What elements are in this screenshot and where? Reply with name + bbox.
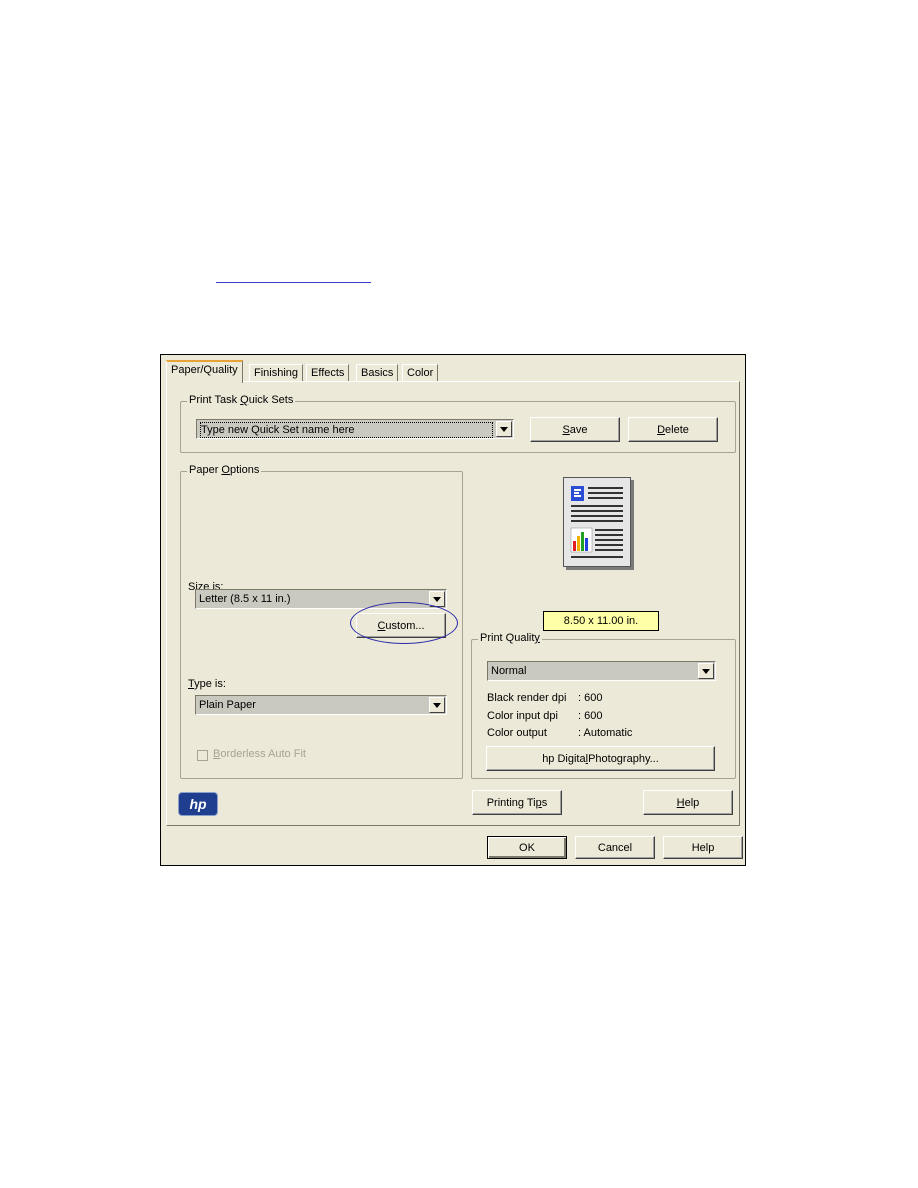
paper-quality-panel: Print Task Quick Sets Type new Quick Set…	[166, 381, 740, 826]
tab-effects[interactable]: Effects	[306, 364, 350, 382]
print-quality-group: Print Quality Normal Black render dpi : …	[471, 632, 736, 779]
quick-set-name-value: Type new Quick Set name here	[200, 422, 493, 438]
ok-button[interactable]: OK	[487, 836, 567, 859]
color-input-dpi-label: Color input dpi	[487, 710, 558, 722]
cancel-button[interactable]: Cancel	[575, 836, 655, 859]
print-quality-dropdown-button[interactable]	[698, 663, 714, 679]
printer-properties-dialog: Paper/Quality Finishing Effects Basics C…	[160, 354, 746, 866]
print-quality-value: Normal	[491, 665, 527, 677]
chevron-down-icon	[500, 427, 508, 432]
tab-finishing[interactable]: Finishing	[249, 364, 304, 382]
hp-logo: hp	[178, 792, 218, 816]
quick-set-name-combo[interactable]: Type new Quick Set name here	[196, 419, 514, 439]
borderless-label: Borderless Auto Fit	[213, 748, 306, 760]
paper-options-title: Paper Options	[187, 464, 262, 476]
type-label: Type is:	[188, 678, 226, 690]
color-output-value: : Automatic	[578, 727, 633, 739]
paper-type-value: Plain Paper	[199, 699, 256, 711]
tab-paper-quality[interactable]: Paper/Quality	[166, 360, 243, 383]
document-link[interactable]	[216, 282, 371, 283]
highlight-circle	[350, 602, 458, 644]
quick-sets-title: Print Task Quick Sets	[187, 394, 296, 406]
print-quality-combo[interactable]: Normal	[487, 661, 716, 681]
chevron-down-icon	[433, 597, 441, 602]
chevron-down-icon	[433, 703, 441, 708]
paper-type-dropdown-button[interactable]	[429, 697, 445, 713]
color-output-label: Color output	[487, 727, 547, 739]
printing-tips-button[interactable]: Printing Ti p s	[472, 790, 562, 815]
chevron-down-icon	[702, 669, 710, 674]
panel-help-button[interactable]: Help	[643, 790, 733, 815]
print-quality-title: Print Quality	[478, 632, 542, 644]
black-dpi-value: : 600	[578, 692, 603, 704]
tab-basics[interactable]: Basics	[356, 364, 399, 382]
quick-set-dropdown-button[interactable]	[496, 421, 512, 437]
borderless-checkbox[interactable]	[197, 750, 208, 761]
color-input-dpi-value: : 600	[578, 710, 603, 722]
page-preview-icon	[570, 486, 623, 558]
help-button[interactable]: Help	[663, 836, 743, 859]
black-dpi-label: Black render dpi	[487, 692, 567, 704]
page-preview	[563, 477, 631, 567]
digital-photography-button[interactable]: hp Digita l Photography...	[486, 746, 715, 771]
delete-button[interactable]: Delete	[628, 417, 718, 442]
paper-size-readout: 8.50 x 11.00 in.	[543, 611, 659, 631]
paper-type-combo[interactable]: Plain Paper	[195, 695, 447, 715]
tab-color[interactable]: Color	[402, 364, 439, 382]
save-button[interactable]: Save	[530, 417, 620, 442]
quick-sets-group: Print Task Quick Sets Type new Quick Set…	[180, 394, 736, 453]
